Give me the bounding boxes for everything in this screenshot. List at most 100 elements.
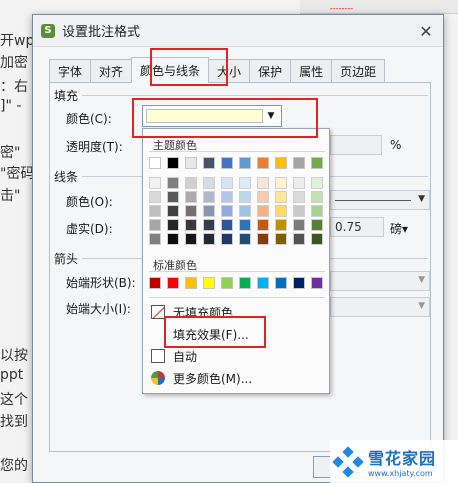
shade-color-swatch[interactable] bbox=[149, 233, 161, 245]
shade-color-swatch[interactable] bbox=[185, 205, 197, 217]
shade-color-swatch[interactable] bbox=[293, 191, 305, 203]
shade-color-swatch[interactable] bbox=[203, 219, 215, 231]
standard-color-swatch[interactable] bbox=[293, 277, 305, 289]
shade-color-swatch[interactable] bbox=[293, 233, 305, 245]
begin-style-dropdown[interactable]: ▼ bbox=[330, 271, 430, 291]
standard-color-swatch[interactable] bbox=[239, 277, 251, 289]
shade-color-swatch[interactable] bbox=[275, 205, 287, 217]
shade-color-swatch[interactable] bbox=[221, 205, 233, 217]
shade-color-swatch[interactable] bbox=[311, 191, 323, 203]
shade-color-swatch[interactable] bbox=[239, 205, 251, 217]
tab-protection[interactable]: 保护 bbox=[249, 59, 292, 83]
shade-color-swatch[interactable] bbox=[275, 219, 287, 231]
automatic-swatch-icon bbox=[151, 349, 165, 363]
shade-color-swatch[interactable] bbox=[167, 233, 179, 245]
shade-color-swatch[interactable] bbox=[185, 219, 197, 231]
standard-color-swatch[interactable] bbox=[275, 277, 287, 289]
tab-alignment[interactable]: 对齐 bbox=[90, 59, 133, 83]
transparency-spinner[interactable] bbox=[330, 135, 382, 155]
shade-color-swatch[interactable] bbox=[167, 177, 179, 189]
shade-color-swatch[interactable] bbox=[221, 233, 233, 245]
bg-text-line: 找到 bbox=[0, 414, 28, 430]
theme-color-swatch[interactable] bbox=[185, 157, 197, 169]
theme-color-swatch[interactable] bbox=[203, 157, 215, 169]
shade-color-swatch[interactable] bbox=[311, 177, 323, 189]
chevron-down-icon: ▼ bbox=[418, 194, 425, 204]
tab-colors-and-lines[interactable]: 颜色与线条 bbox=[131, 57, 210, 83]
shade-color-swatch[interactable] bbox=[203, 233, 215, 245]
shade-color-swatch[interactable] bbox=[311, 205, 323, 217]
shade-color-swatch[interactable] bbox=[185, 177, 197, 189]
dialog-titlebar[interactable]: S 设置批注格式 bbox=[33, 15, 443, 47]
close-icon[interactable]: ✕ bbox=[417, 22, 435, 41]
shade-color-swatch[interactable] bbox=[239, 191, 251, 203]
shade-color-swatch[interactable] bbox=[185, 191, 197, 203]
tab-size[interactable]: 大小 bbox=[208, 59, 251, 83]
shade-color-swatch[interactable] bbox=[221, 177, 233, 189]
shade-color-swatch[interactable] bbox=[167, 205, 179, 217]
theme-color-swatch[interactable] bbox=[167, 157, 179, 169]
chevron-down-icon[interactable]: ▼ bbox=[264, 109, 278, 123]
standard-color-swatch[interactable] bbox=[257, 277, 269, 289]
shade-color-swatch[interactable] bbox=[293, 177, 305, 189]
shade-color-swatch[interactable] bbox=[239, 233, 251, 245]
shade-color-swatch[interactable] bbox=[149, 205, 161, 217]
theme-color-swatch[interactable] bbox=[221, 157, 233, 169]
theme-color-swatch[interactable] bbox=[311, 157, 323, 169]
shade-color-swatch[interactable] bbox=[275, 177, 287, 189]
tab-properties[interactable]: 属性 bbox=[290, 59, 333, 83]
shade-color-swatch[interactable] bbox=[149, 177, 161, 189]
standard-color-swatch[interactable] bbox=[203, 277, 215, 289]
shade-color-swatch[interactable] bbox=[257, 191, 269, 203]
theme-color-swatch[interactable] bbox=[257, 157, 269, 169]
shade-color-swatch[interactable] bbox=[275, 233, 287, 245]
shade-color-swatch[interactable] bbox=[275, 191, 287, 203]
standard-color-swatch[interactable] bbox=[167, 277, 179, 289]
no-fill-icon bbox=[151, 305, 165, 319]
shade-color-swatch[interactable] bbox=[149, 219, 161, 231]
standard-color-swatch[interactable] bbox=[311, 277, 323, 289]
shade-color-swatch[interactable] bbox=[167, 219, 179, 231]
no-fill-color-item[interactable]: 无填充颜色 bbox=[151, 303, 233, 321]
shade-color-swatch[interactable] bbox=[203, 191, 215, 203]
shade-color-swatch[interactable] bbox=[311, 219, 323, 231]
shade-color-swatch[interactable] bbox=[293, 219, 305, 231]
shade-color-swatch[interactable] bbox=[203, 205, 215, 217]
line-weight-unit[interactable]: 磅▾ bbox=[390, 220, 408, 237]
shade-color-swatch[interactable] bbox=[239, 219, 251, 231]
standard-color-swatch[interactable] bbox=[221, 277, 233, 289]
shade-color-swatch[interactable] bbox=[257, 177, 269, 189]
line-weight-input[interactable]: 0.75 bbox=[330, 217, 384, 237]
standard-color-swatch[interactable] bbox=[149, 277, 161, 289]
shade-color-swatch[interactable] bbox=[257, 219, 269, 231]
bg-text-line: 击" bbox=[0, 188, 21, 204]
automatic-color-item[interactable]: 自动 bbox=[151, 347, 197, 365]
more-colors-item[interactable]: 更多颜色(M)... bbox=[151, 369, 252, 387]
tab-margins[interactable]: 页边距 bbox=[331, 59, 386, 83]
theme-color-swatch[interactable] bbox=[149, 157, 161, 169]
theme-color-swatch[interactable] bbox=[239, 157, 251, 169]
shade-color-swatch[interactable] bbox=[257, 205, 269, 217]
begin-size-dropdown[interactable]: ▼ bbox=[330, 297, 430, 317]
shade-color-swatch[interactable] bbox=[239, 177, 251, 189]
shade-color-swatch[interactable] bbox=[203, 177, 215, 189]
fill-effects-item[interactable]: 填充效果(F)... bbox=[173, 325, 249, 343]
begin-size-label: 始端大小(I): bbox=[66, 302, 131, 316]
shade-color-swatch[interactable] bbox=[257, 233, 269, 245]
theme-color-swatch[interactable] bbox=[293, 157, 305, 169]
shade-color-swatch[interactable] bbox=[167, 191, 179, 203]
standard-colors-divider bbox=[149, 271, 325, 272]
shade-color-swatch[interactable] bbox=[149, 191, 161, 203]
line-color-dropdown[interactable]: ▼ bbox=[330, 190, 430, 210]
theme-color-swatch[interactable] bbox=[275, 157, 287, 169]
shade-color-swatch[interactable] bbox=[185, 233, 197, 245]
standard-color-swatch[interactable] bbox=[185, 277, 197, 289]
bg-text-line: "密码 bbox=[0, 166, 35, 182]
fill-color-dropdown[interactable]: ▼ bbox=[142, 105, 282, 127]
tab-font[interactable]: 字体 bbox=[49, 59, 92, 83]
shade-color-swatch[interactable] bbox=[311, 233, 323, 245]
shade-color-swatch[interactable] bbox=[293, 205, 305, 217]
shade-color-swatch[interactable] bbox=[221, 219, 233, 231]
theme-color-row bbox=[149, 157, 329, 169]
shade-color-swatch[interactable] bbox=[221, 191, 233, 203]
